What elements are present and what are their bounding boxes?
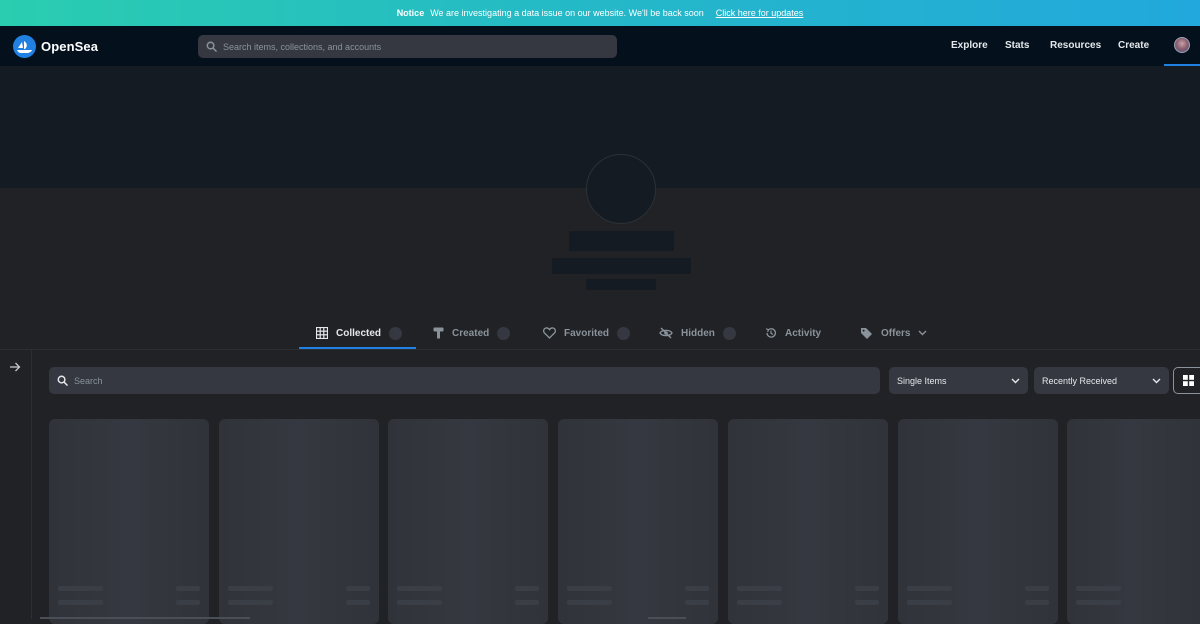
grid-view-icon — [1182, 375, 1194, 386]
tab-activity[interactable]: Activity — [765, 318, 821, 348]
chevron-down-icon — [1152, 378, 1161, 383]
sort-select[interactable]: Recently Received — [1034, 367, 1169, 394]
tab-hidden[interactable]: Hidden — [659, 318, 736, 348]
tab-collected[interactable]: Collected — [316, 318, 403, 348]
tab-favorited-label: Favorited — [564, 327, 610, 339]
notice-bar: Notice We are investigating a data issue… — [0, 0, 1200, 26]
tab-hidden-label: Hidden — [681, 327, 715, 339]
nav-link-stats[interactable]: Stats — [1005, 40, 1029, 51]
tab-hidden-count — [722, 326, 736, 340]
item-card-skeleton[interactable] — [558, 419, 718, 624]
search-icon — [206, 41, 217, 52]
tab-offers[interactable]: Offers — [860, 318, 927, 348]
items-search — [49, 367, 880, 394]
tab-activity-label: Activity — [785, 327, 822, 339]
brand-name: OpenSea — [41, 38, 99, 54]
profile-avatar-placeholder — [586, 154, 656, 224]
item-card-skeleton[interactable] — [898, 419, 1058, 624]
items-search-input[interactable] — [74, 375, 854, 386]
grid-view-toggle[interactable] — [1173, 367, 1200, 394]
nav-link-explore[interactable]: Explore — [951, 40, 988, 51]
grid-icon — [316, 327, 328, 339]
global-search — [198, 35, 617, 58]
item-type-value: Single Items — [897, 375, 947, 386]
notice-message: We are investigating a data issue on our… — [430, 8, 704, 18]
tab-offers-label: Offers — [881, 327, 911, 339]
notice-updates-link[interactable]: Click here for updates — [716, 8, 804, 18]
tab-collected-count — [389, 326, 403, 340]
account-menu[interactable] — [1164, 26, 1200, 66]
tag-icon — [861, 328, 872, 339]
nav-link-create[interactable]: Create — [1118, 40, 1149, 51]
item-card-skeleton[interactable] — [1067, 419, 1200, 624]
tab-created-label: Created — [452, 327, 490, 339]
tab-created[interactable]: Created — [433, 318, 511, 348]
heart-icon — [543, 327, 556, 339]
nav-link-resources[interactable]: Resources — [1050, 40, 1101, 51]
global-search-input[interactable] — [223, 41, 603, 52]
brand-logo[interactable]: OpenSea — [13, 34, 99, 58]
tab-collected-label: Collected — [336, 327, 382, 339]
profile-address-skeleton — [552, 258, 691, 274]
chevron-down-icon — [918, 330, 927, 336]
tab-favorited[interactable]: Favorited — [543, 318, 631, 348]
notice-label: Notice — [396, 8, 425, 18]
profile-name-skeleton — [569, 231, 674, 251]
tab-created-count — [497, 326, 511, 340]
item-type-select[interactable]: Single Items — [889, 367, 1028, 394]
paintbrush-icon — [433, 327, 444, 339]
eye-off-icon — [659, 327, 673, 339]
profile-tabs: Collected Created Favorited Hidden Activ… — [0, 318, 1200, 348]
item-card-skeleton[interactable] — [728, 419, 888, 624]
search-icon — [57, 375, 68, 386]
tab-favorited-count — [617, 326, 631, 340]
history-icon — [765, 328, 777, 338]
filter-sidebar — [0, 350, 32, 619]
sort-value: Recently Received — [1042, 375, 1118, 386]
avatar — [1174, 37, 1190, 53]
tabs-divider — [0, 349, 1200, 350]
profile-joined-skeleton — [586, 279, 656, 290]
arrow-right-icon[interactable] — [9, 361, 21, 373]
item-card-skeleton[interactable] — [49, 419, 209, 624]
top-navbar: OpenSea Explore Stats Resources Create — [0, 26, 1200, 66]
item-card-skeleton[interactable] — [388, 419, 548, 624]
chevron-down-icon — [1011, 378, 1020, 383]
item-card-skeleton[interactable] — [219, 419, 379, 624]
opensea-logo-icon — [13, 34, 36, 58]
